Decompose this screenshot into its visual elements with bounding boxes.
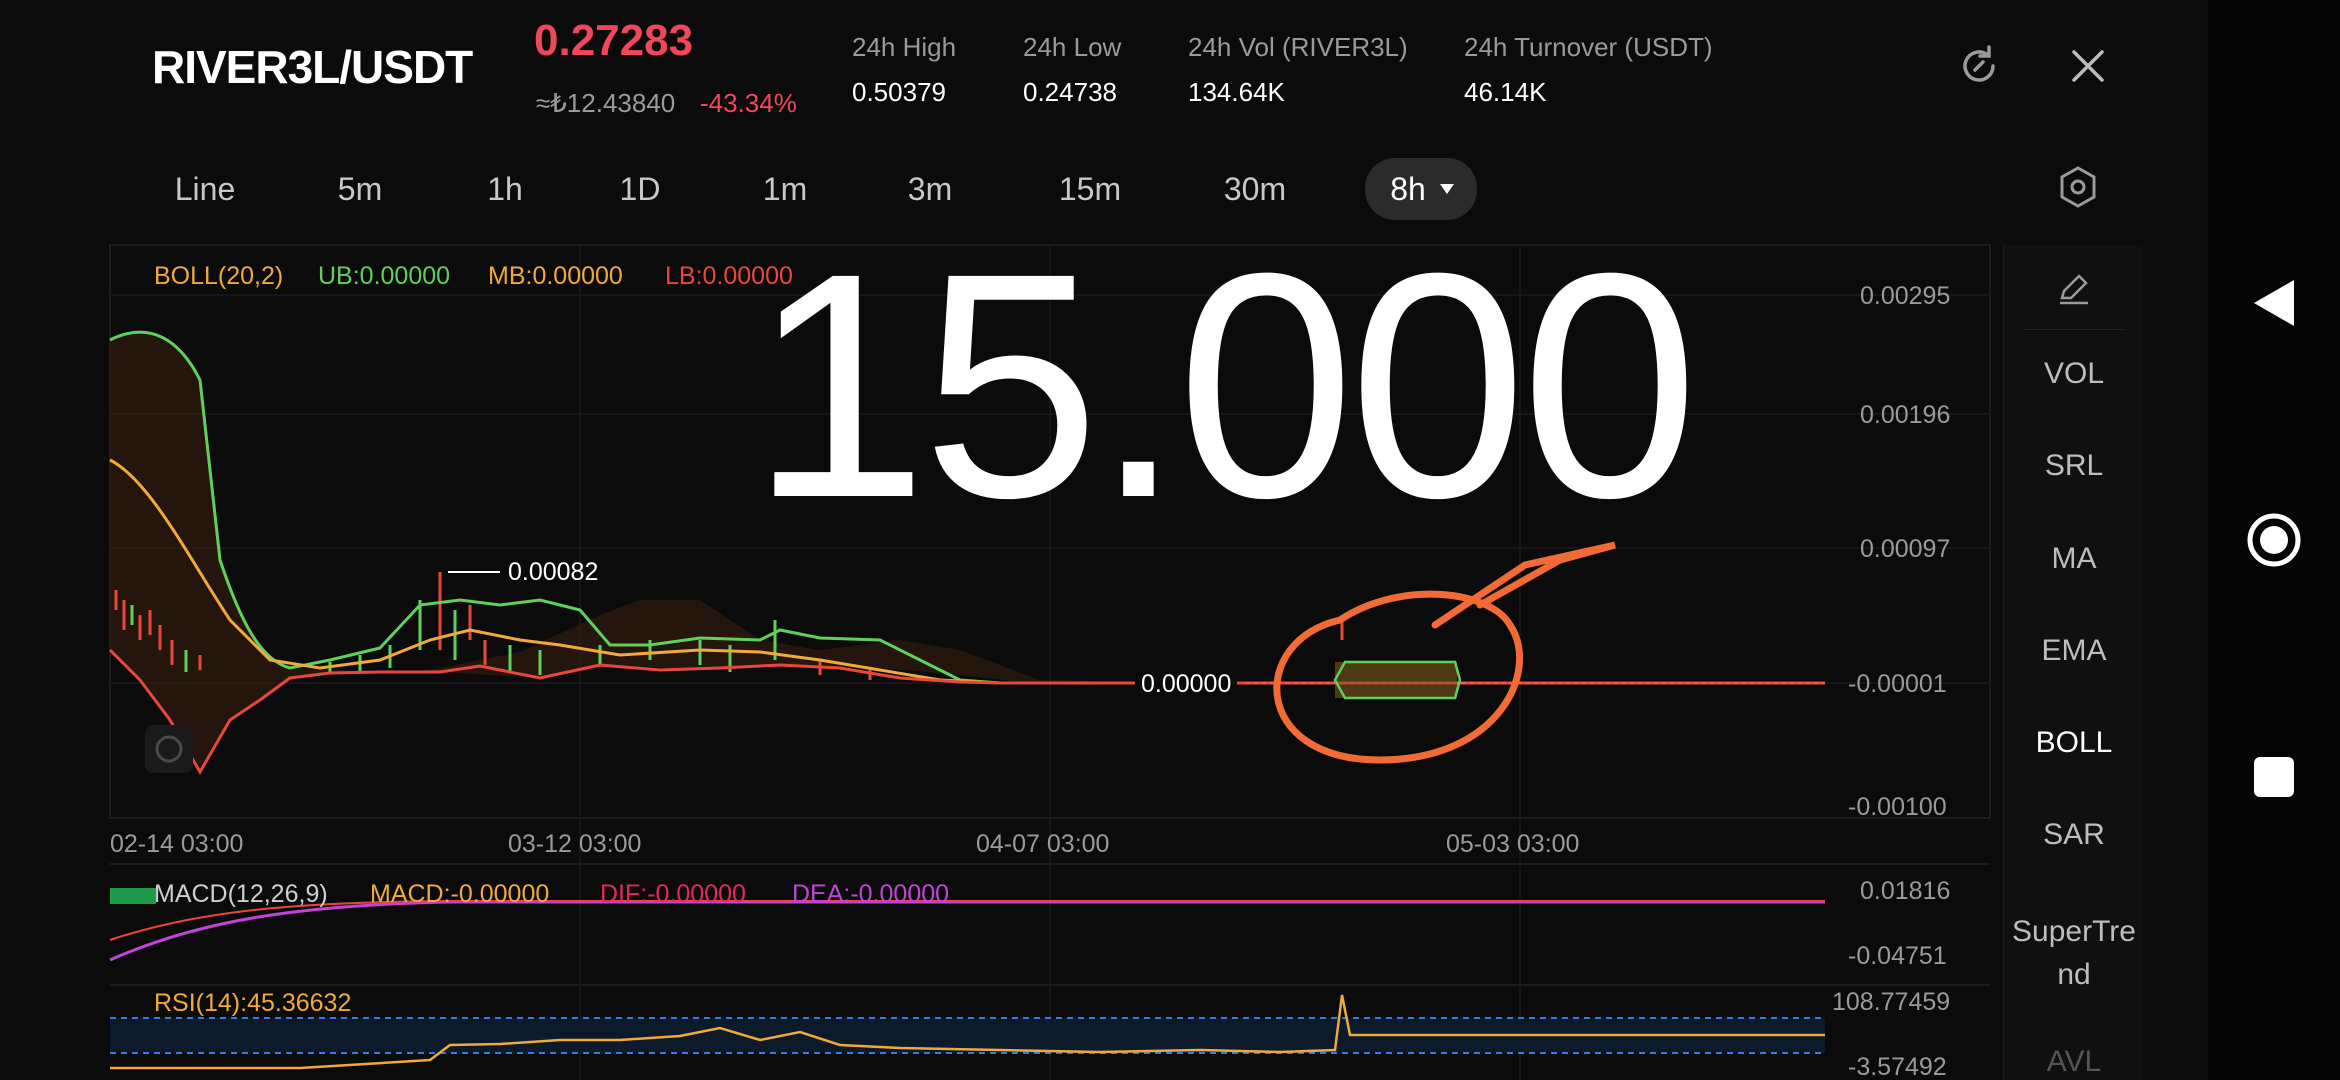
macd-value: MACD:-0.00000 — [370, 880, 550, 908]
price-axis-label: 0.00196 — [1860, 401, 1951, 429]
last-price-marker: 0.00000 — [1135, 670, 1238, 699]
time-axis-label: 04-07 03:00 — [976, 830, 1110, 858]
indicator-vol[interactable]: VOL — [2004, 357, 2144, 391]
home-button[interactable] — [2208, 480, 2340, 600]
overlay-number: 15.000 — [750, 206, 1699, 564]
indicator-ma[interactable]: MA — [2004, 542, 2144, 576]
pencil-icon[interactable] — [2056, 270, 2092, 306]
time-axis-label: 03-12 03:00 — [508, 830, 642, 858]
high-price-marker: 0.00082 — [508, 558, 599, 586]
boll-ub: UB:0.00000 — [318, 262, 451, 290]
price-axis-label: -0.00100 — [1848, 793, 1947, 821]
indicator-supertrend[interactable]: SuperTrend — [2010, 910, 2138, 996]
time-axis-label: 02-14 03:00 — [110, 830, 244, 858]
macd-axis-label: 0.01816 — [1860, 877, 1951, 905]
boll-title: BOLL(20,2) — [154, 262, 284, 290]
home-circle-icon — [2247, 513, 2301, 567]
rsi-axis-label: 108.77459 — [1832, 988, 1951, 1016]
time-axis-label: 05-03 03:00 — [1446, 830, 1580, 858]
recents-square-icon — [2254, 757, 2294, 797]
macd-dif: DIF:-0.00000 — [600, 880, 746, 908]
app-window: RIVER3L/USDT 0.27283 ≈₺12.43840 -43.34% … — [0, 0, 2208, 1080]
indicator-panel: VOL SRL MA EMA BOLL SAR SuperTrend AVL — [2003, 245, 2143, 1080]
macd-axis-label: -0.04751 — [1848, 942, 1947, 970]
macd-dea: DEA:-0.00000 — [792, 880, 950, 908]
indicator-avl[interactable]: AVL — [2004, 1045, 2144, 1079]
indicator-boll[interactable]: BOLL — [2004, 726, 2144, 760]
price-axis-label: 0.00295 — [1860, 282, 1951, 310]
price-axis-label: -0.00001 — [1848, 670, 1947, 698]
back-button[interactable] — [2208, 243, 2340, 363]
recents-button[interactable] — [2208, 717, 2340, 837]
indicator-ema[interactable]: EMA — [2004, 634, 2144, 668]
macd-title: MACD(12,26,9) — [154, 880, 328, 908]
system-nav-bar — [2208, 0, 2340, 1080]
rsi-title: RSI(14):45.36632 — [154, 989, 352, 1017]
rsi-axis-label: -3.57492 — [1848, 1053, 1947, 1080]
back-triangle-icon — [2254, 280, 2294, 326]
boll-mb: MB:0.00000 — [488, 262, 623, 290]
indicator-srl[interactable]: SRL — [2004, 449, 2144, 483]
price-axis-label: 0.00097 — [1860, 535, 1951, 563]
indicator-sar[interactable]: SAR — [2004, 818, 2144, 852]
